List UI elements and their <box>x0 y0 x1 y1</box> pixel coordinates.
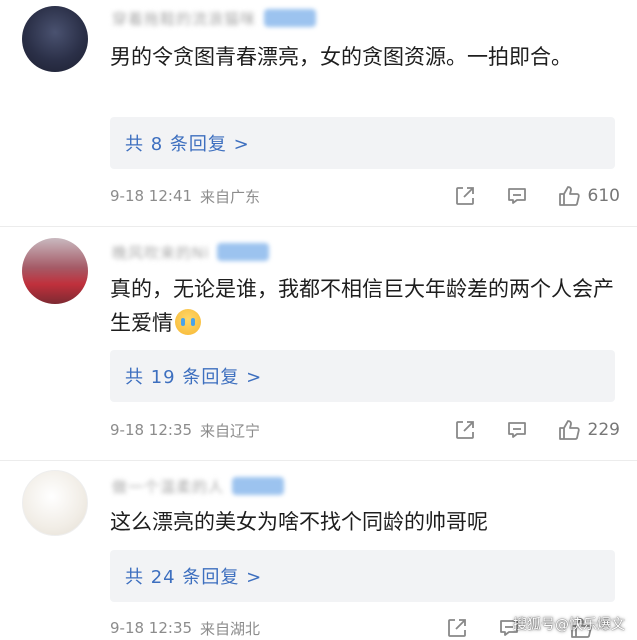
avatar[interactable] <box>22 238 88 304</box>
username[interactable]: 晚风吹来的Ni <box>112 242 209 263</box>
comment-icon[interactable] <box>506 419 528 441</box>
divider <box>0 460 637 461</box>
view-replies-button[interactable]: 共 24 条回复 > <box>110 550 615 602</box>
divider <box>0 226 637 227</box>
avatar[interactable] <box>22 6 88 72</box>
user-badge <box>232 477 285 495</box>
comment-date: 9-18 12:41 <box>110 187 193 205</box>
comment-date: 9-18 12:35 <box>110 619 193 637</box>
view-replies-button[interactable]: 共 8 条回复 > <box>110 117 615 169</box>
user-badge <box>217 243 270 261</box>
comment-location: 来自辽宁 <box>200 421 261 440</box>
like-icon <box>558 186 580 206</box>
comment-actions: 229 <box>454 416 620 444</box>
comment-text: 这么漂亮的美女为啥不找个同龄的帅哥呢 <box>110 510 488 534</box>
username[interactable]: 做一个温柔的人 <box>112 476 224 497</box>
comment-meta: 9-18 12:41 来自广东 610 <box>110 182 620 210</box>
reply-count-label: 共 19 条回复 > <box>125 367 263 388</box>
share-icon[interactable] <box>454 419 476 441</box>
like-button[interactable]: 610 <box>558 185 620 207</box>
watermark: 搜狐号@快乐爆文 <box>513 617 625 633</box>
like-count: 229 <box>587 420 620 440</box>
like-icon <box>558 420 580 440</box>
comment-date: 9-18 12:35 <box>110 421 193 439</box>
cry-emoji-icon <box>175 309 201 335</box>
comment-icon[interactable] <box>506 185 528 207</box>
user-name-row: 穿着拖鞋的流浪猫咪 <box>112 6 317 30</box>
comment-meta: 9-18 12:35 来自辽宁 229 <box>110 416 620 444</box>
share-icon[interactable] <box>446 617 468 639</box>
username[interactable]: 穿着拖鞋的流浪猫咪 <box>112 8 256 29</box>
comment-location: 来自广东 <box>200 187 261 206</box>
like-count: 610 <box>587 186 620 206</box>
avatar[interactable] <box>22 470 88 536</box>
user-name-row: 晚风吹来的Ni <box>112 240 270 264</box>
comment-text: 男的令贪图青春漂亮，女的贪图资源。一拍即合。 <box>110 45 572 69</box>
comment-actions: 610 <box>454 182 620 210</box>
share-icon[interactable] <box>454 185 476 207</box>
user-name-row: 做一个温柔的人 <box>112 474 285 498</box>
like-button[interactable]: 229 <box>558 419 620 441</box>
comment-location: 来自湖北 <box>200 619 261 638</box>
reply-count-label: 共 8 条回复 > <box>125 134 250 155</box>
user-badge <box>264 9 317 27</box>
reply-count-label: 共 24 条回复 > <box>125 567 263 588</box>
comment-text: 真的，无论是谁，我都不相信巨大年龄差的两个人会产生爱情 <box>110 272 615 340</box>
view-replies-button[interactable]: 共 19 条回复 > <box>110 350 615 402</box>
